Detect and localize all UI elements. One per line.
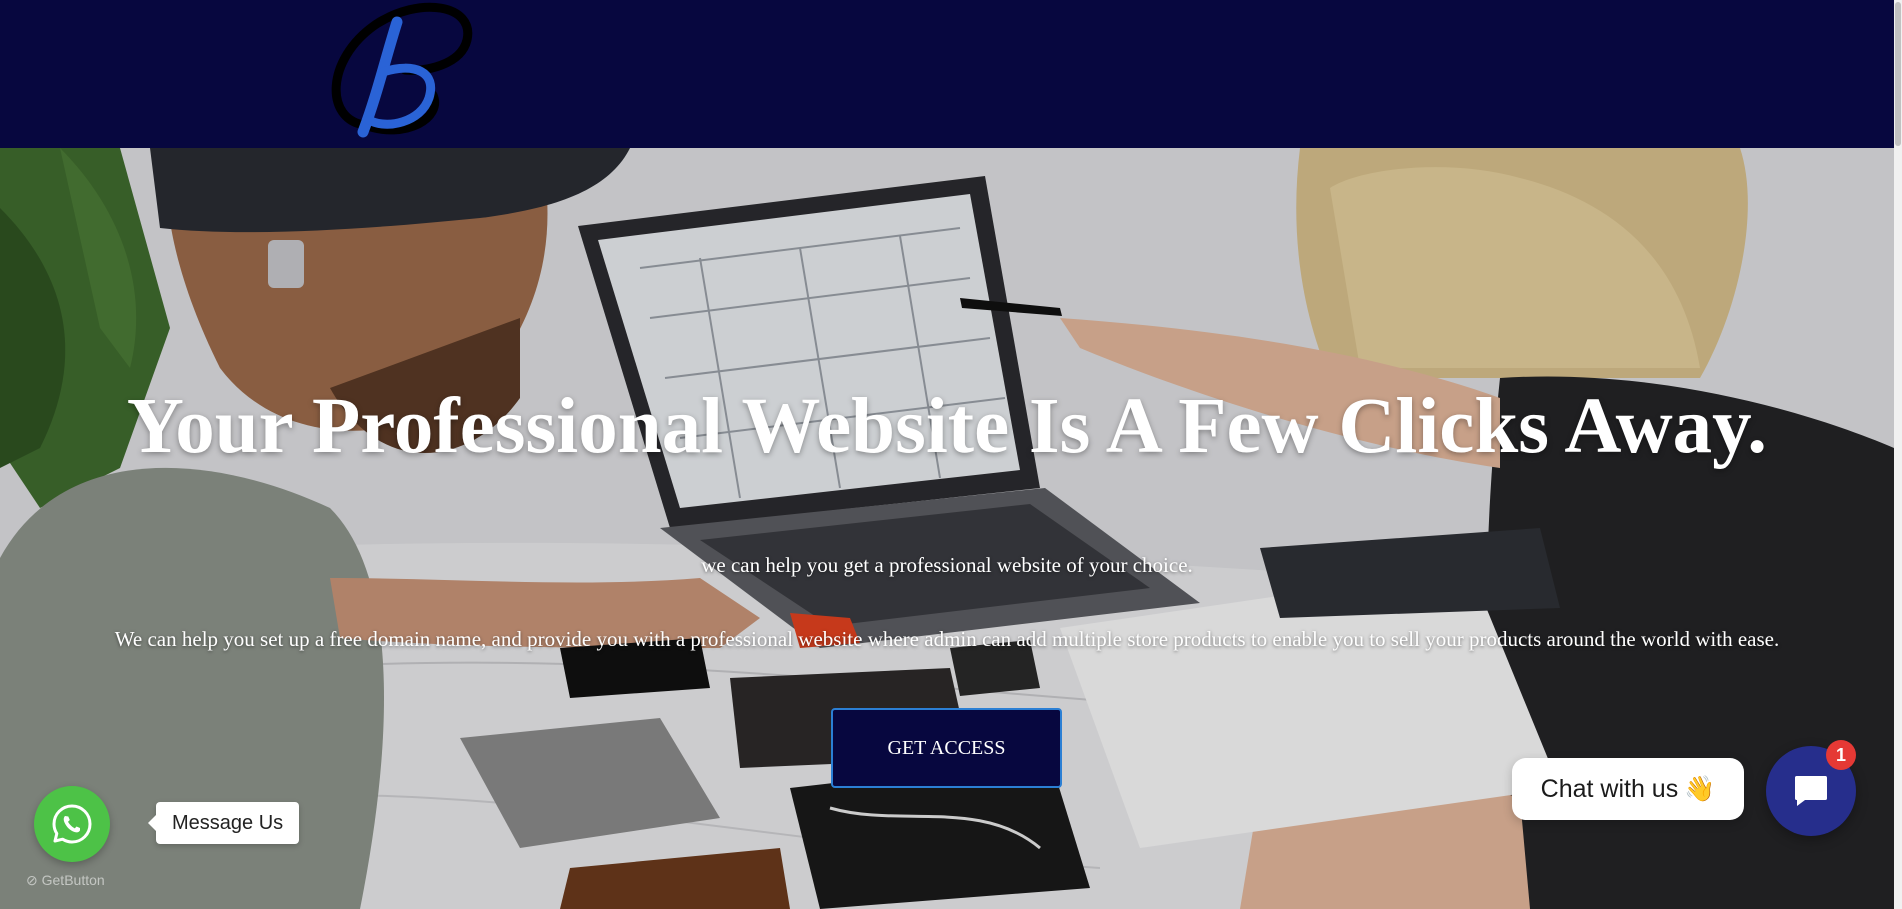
whatsapp-tooltip[interactable]: Message Us	[147, 802, 300, 844]
whatsapp-icon	[52, 804, 92, 844]
cursive-b-logo-icon	[331, 2, 473, 138]
chat-invite-label[interactable]: Chat with us 👋	[1512, 758, 1744, 820]
scrollbar-thumb[interactable]	[1895, 2, 1901, 146]
site-header	[0, 0, 1894, 148]
getbutton-logo-icon: ⊘	[26, 872, 42, 888]
chat-unread-badge: 1	[1826, 740, 1856, 770]
whatsapp-button[interactable]	[34, 786, 110, 862]
getbutton-credit-label: GetButton	[41, 872, 105, 888]
getbutton-credit[interactable]: ⊘ GetButton	[26, 872, 105, 889]
hero-subtitle: we can help you get a professional websi…	[701, 553, 1193, 577]
page-scrollbar[interactable]	[1894, 0, 1902, 909]
chat-invite-text: Chat with us	[1540, 774, 1679, 803]
waving-hand-emoji: 👋	[1684, 774, 1716, 803]
hero-title: Your Professional Website Is A Few Click…	[126, 383, 1768, 470]
site-logo[interactable]	[325, 0, 473, 145]
hero-description: We can help you set up a free domain nam…	[114, 627, 1780, 651]
get-access-button[interactable]: GET ACCESS	[831, 708, 1062, 788]
chat-bubble-icon	[1795, 776, 1827, 806]
